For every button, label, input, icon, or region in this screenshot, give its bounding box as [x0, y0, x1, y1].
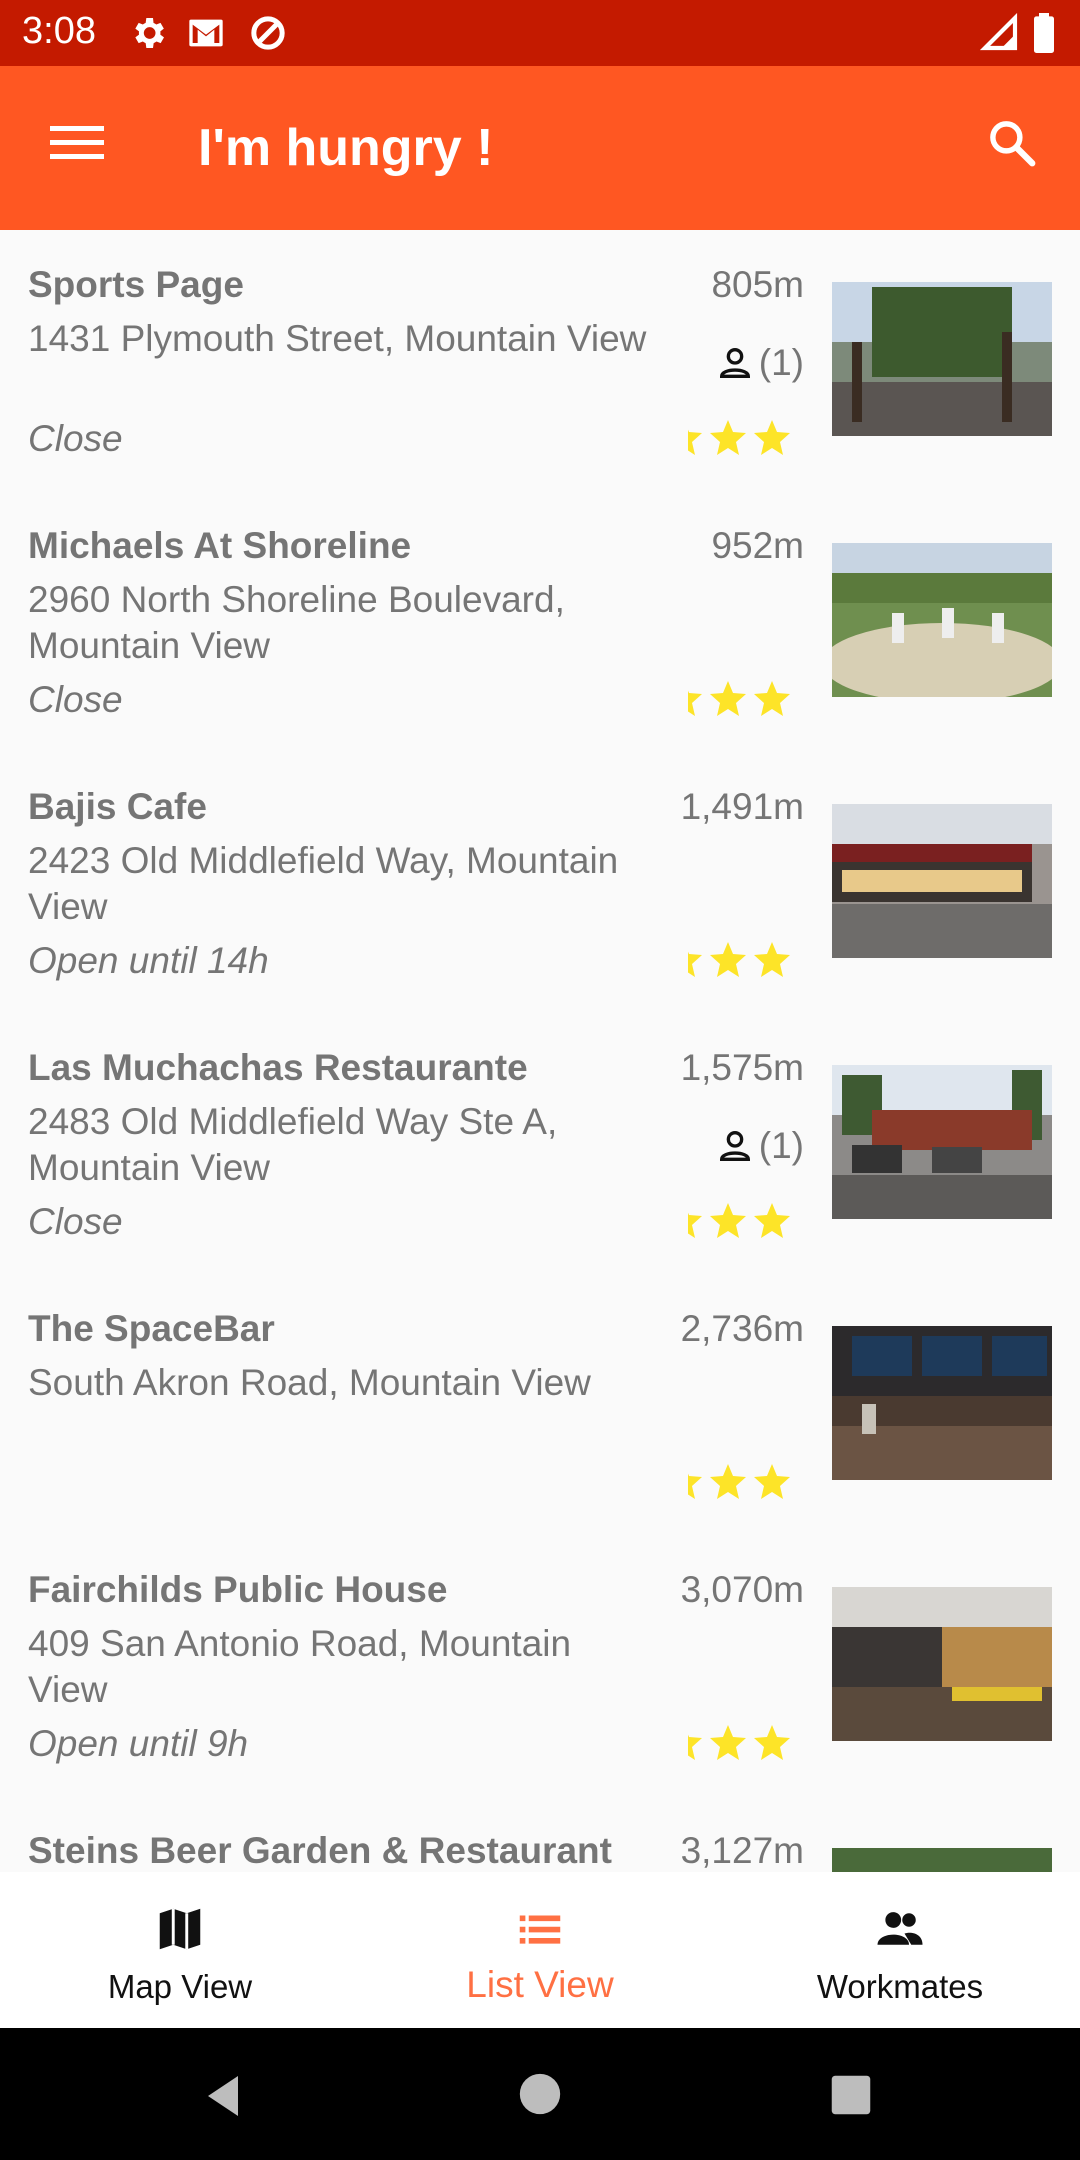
- nav-label: List View: [466, 1964, 614, 2005]
- bottom-navigation: Map View List View Workmates: [0, 1872, 1080, 2028]
- restaurant-row[interactable]: Bajis Cafe 2423 Old Middlefield Way, Mou…: [0, 752, 1080, 1013]
- rating-stars: [688, 1201, 804, 1241]
- restaurant-row[interactable]: Las Muchachas Restaurante 2483 Old Middl…: [0, 1013, 1080, 1274]
- star-icon: [754, 681, 790, 716]
- map-icon: [153, 1902, 207, 1956]
- star-icon: [688, 429, 702, 455]
- star-icon: [754, 942, 790, 977]
- restaurant-photo: [832, 1587, 1052, 1741]
- restaurant-address: 2483 Old Middlefield Way Ste A, Mountain…: [28, 1101, 558, 1188]
- star-icon: [688, 1734, 702, 1760]
- rating-stars: [688, 679, 804, 719]
- menu-icon[interactable]: [50, 122, 104, 162]
- back-icon[interactable]: [200, 2072, 248, 2120]
- nav-workmates[interactable]: Workmates: [720, 1872, 1080, 2028]
- restaurant-photo: [832, 543, 1052, 697]
- star-icon: [710, 1203, 746, 1238]
- restaurant-distance: 952m: [711, 525, 804, 566]
- person-icon: [719, 348, 750, 378]
- rating-stars: [688, 418, 804, 458]
- restaurant-address: 1431 Plymouth Street, Mountain View: [28, 318, 647, 359]
- recents-icon[interactable]: [830, 2074, 872, 2116]
- restaurant-hours: Close: [28, 679, 123, 720]
- restaurant-address: 2423 Old Middlefield Way, Mountain View: [28, 840, 619, 927]
- workmates-count-label: (1): [758, 342, 804, 383]
- system-navigation-bar: [0, 2028, 1080, 2160]
- restaurant-name: Las Muchachas Restaurante: [28, 1047, 528, 1088]
- star-icon: [688, 1212, 702, 1238]
- restaurant-distance: 3,127m: [680, 1830, 804, 1871]
- page-title: I'm hungry !: [198, 119, 494, 177]
- workmates-count: (1): [715, 1125, 804, 1167]
- star-icon: [688, 690, 702, 716]
- restaurant-hours: Open until 14h: [28, 940, 269, 981]
- list-icon: [513, 1902, 567, 1956]
- star-icon: [688, 1473, 702, 1499]
- rating-stars: [688, 940, 804, 980]
- data-saver-icon: [248, 13, 288, 53]
- app-bar: I'm hungry !: [0, 66, 1080, 230]
- restaurant-hours: Close: [28, 418, 123, 459]
- restaurant-distance: 2,736m: [680, 1308, 804, 1349]
- restaurant-address: 409 San Antonio Road, Mountain View: [28, 1623, 572, 1710]
- star-icon: [710, 942, 746, 977]
- restaurant-row[interactable]: Sports Page 1431 Plymouth Street, Mounta…: [0, 230, 1080, 491]
- restaurant-distance: 3,070m: [680, 1569, 804, 1610]
- star-icon: [710, 681, 746, 716]
- workmates-count: (1): [715, 342, 804, 384]
- restaurant-hours: Close: [28, 1201, 123, 1242]
- restaurant-photo: [832, 1326, 1052, 1480]
- search-icon[interactable]: [985, 116, 1039, 170]
- status-time: 3:08: [22, 10, 96, 52]
- star-icon: [710, 1725, 746, 1760]
- status-bar: 3:08: [0, 0, 1080, 66]
- restaurant-name: The SpaceBar: [28, 1308, 275, 1349]
- people-icon: [873, 1902, 927, 1956]
- star-icon: [688, 951, 702, 977]
- restaurant-row[interactable]: Steins Beer Garden & Restaurant 3,127m: [0, 1796, 1080, 1872]
- restaurant-address: South Akron Road, Mountain View: [28, 1362, 591, 1403]
- restaurant-hours: Open until 9h: [28, 1723, 249, 1764]
- restaurant-name: Bajis Cafe: [28, 786, 207, 827]
- restaurant-photo: [832, 804, 1052, 958]
- nav-list-view[interactable]: List View: [360, 1872, 720, 2028]
- signal-icon: [979, 12, 1020, 53]
- settings-icon: [128, 13, 168, 53]
- star-icon: [754, 1464, 790, 1499]
- restaurant-photo: [832, 282, 1052, 436]
- restaurant-distance: 1,575m: [680, 1047, 804, 1088]
- star-icon: [754, 1725, 790, 1760]
- restaurant-row[interactable]: Fairchilds Public House 409 San Antonio …: [0, 1535, 1080, 1796]
- restaurant-list[interactable]: Sports Page 1431 Plymouth Street, Mounta…: [0, 230, 1080, 1872]
- restaurant-row[interactable]: The SpaceBar South Akron Road, Mountain …: [0, 1274, 1080, 1535]
- restaurant-name: Sports Page: [28, 264, 244, 305]
- home-icon[interactable]: [518, 2072, 562, 2116]
- nav-label: Map View: [107, 1968, 253, 2005]
- rating-stars: [688, 1462, 804, 1502]
- star-icon: [754, 1203, 790, 1238]
- star-icon: [710, 1464, 746, 1499]
- battery-icon: [1030, 13, 1058, 53]
- restaurant-name: Michaels At Shoreline: [28, 525, 412, 566]
- nav-label: Workmates: [816, 1968, 984, 2005]
- restaurant-row[interactable]: Michaels At Shoreline 2960 North Shoreli…: [0, 491, 1080, 752]
- restaurant-distance: 1,491m: [680, 786, 804, 827]
- restaurant-address: 2960 North Shoreline Boulevard, Mountain…: [28, 579, 565, 666]
- nav-map-view[interactable]: Map View: [0, 1872, 360, 2028]
- gmail-icon: [186, 13, 226, 53]
- restaurant-name: Steins Beer Garden & Restaurant: [28, 1830, 612, 1871]
- restaurant-photo: [832, 1848, 1052, 1872]
- star-icon: [710, 420, 746, 455]
- star-icon: [754, 420, 790, 455]
- workmates-count-label: (1): [758, 1125, 804, 1166]
- rating-stars: [688, 1723, 804, 1763]
- person-icon: [719, 1131, 750, 1161]
- restaurant-name: Fairchilds Public House: [28, 1569, 448, 1610]
- restaurant-distance: 805m: [711, 264, 804, 305]
- restaurant-photo: [832, 1065, 1052, 1219]
